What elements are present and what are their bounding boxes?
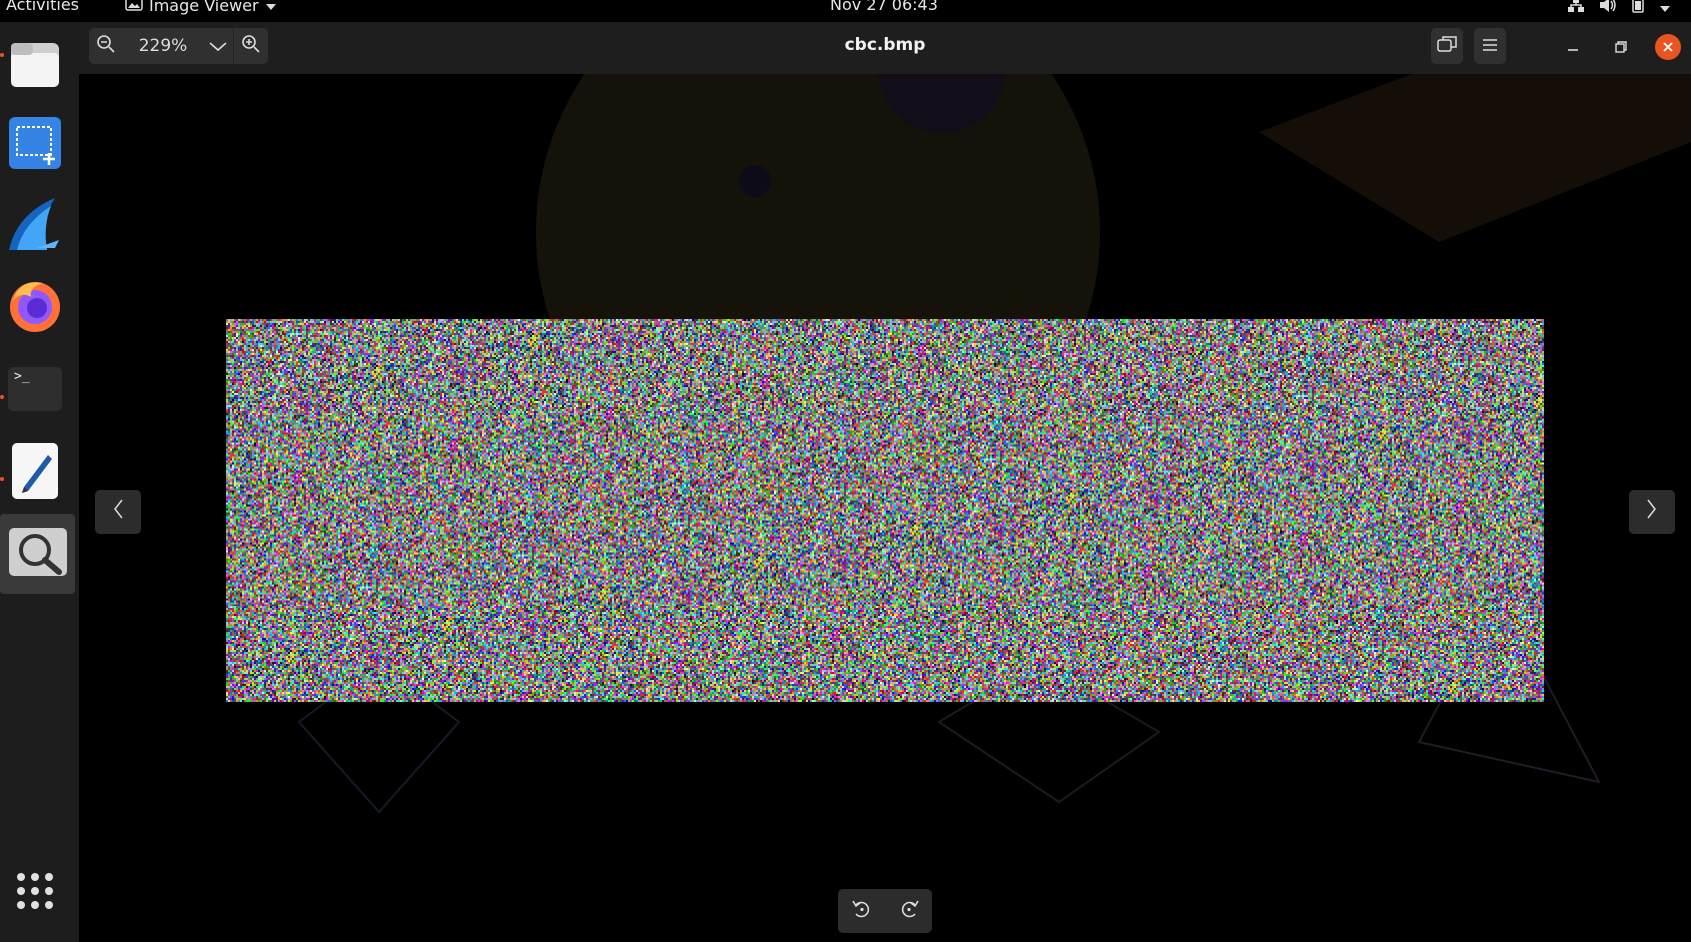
running-indicator [0,395,4,399]
files-icon [9,39,61,95]
previous-image-button[interactable] [95,490,141,534]
image-viewer-icon [125,0,143,15]
running-indicator [0,477,4,481]
dock-item-firefox[interactable] [6,278,64,336]
rotate-right-icon [901,900,919,918]
main-menu-button[interactable] [1474,28,1506,64]
dock-item-terminal[interactable]: >_ [6,360,64,418]
text-editor-icon [12,443,58,503]
chevron-down-icon [1659,0,1671,17]
dock-item-image-viewer[interactable] [0,514,75,594]
chevron-left-icon [112,497,124,527]
show-apps-button[interactable] [6,864,64,922]
firefox-icon [7,277,63,337]
dock-item-wireshark[interactable] [6,197,64,255]
hamburger-menu-icon [1482,37,1498,56]
app-menu-label: Image Viewer [149,0,259,15]
header-bar: 229% cbc.bmp [79,22,1691,74]
rotate-right-button[interactable] [898,898,920,924]
close-button[interactable] [1655,34,1681,60]
running-indicator [0,53,4,57]
app-menu[interactable]: Image Viewer [125,0,277,15]
dock: >_ [0,22,79,942]
rotate-left-icon [851,900,869,918]
fullscreen-button[interactable] [1431,28,1463,64]
terminal-icon: >_ [8,367,62,411]
dock-item-text-editor[interactable] [6,443,64,503]
close-icon [1662,38,1674,57]
top-bar: Activities Image Viewer Nov 27 06:43 [0,0,1691,22]
network-icon [1567,0,1585,17]
battery-icon [1631,0,1645,17]
volume-icon [1599,0,1617,17]
minimize-icon [1567,38,1579,57]
restore-icon [1615,38,1627,57]
dock-item-files[interactable] [6,38,64,96]
chevron-down-icon [265,0,277,15]
next-image-button[interactable] [1629,490,1675,534]
displayed-image[interactable] [226,319,1544,702]
clock[interactable]: Nov 27 06:43 [830,0,938,14]
screenshot-icon [9,117,61,173]
image-viewer-window: 229% cbc.bmp [79,22,1691,942]
fullscreen-icon [1437,35,1457,57]
chevron-right-icon [1646,497,1658,527]
dock-item-screenshot[interactable] [6,116,64,174]
wireshark-icon [7,196,63,256]
minimize-button[interactable] [1560,34,1586,60]
rotate-left-button[interactable] [851,898,873,924]
noise-image-canvas [226,319,1544,702]
image-viewer-icon [8,528,67,580]
system-tray[interactable] [1567,0,1671,17]
maximize-button[interactable] [1608,34,1634,60]
terminal-prompt: >_ [14,369,30,384]
app-grid-icon [15,871,55,915]
rotate-controls [838,889,932,933]
activities-button[interactable]: Activities [6,0,79,14]
